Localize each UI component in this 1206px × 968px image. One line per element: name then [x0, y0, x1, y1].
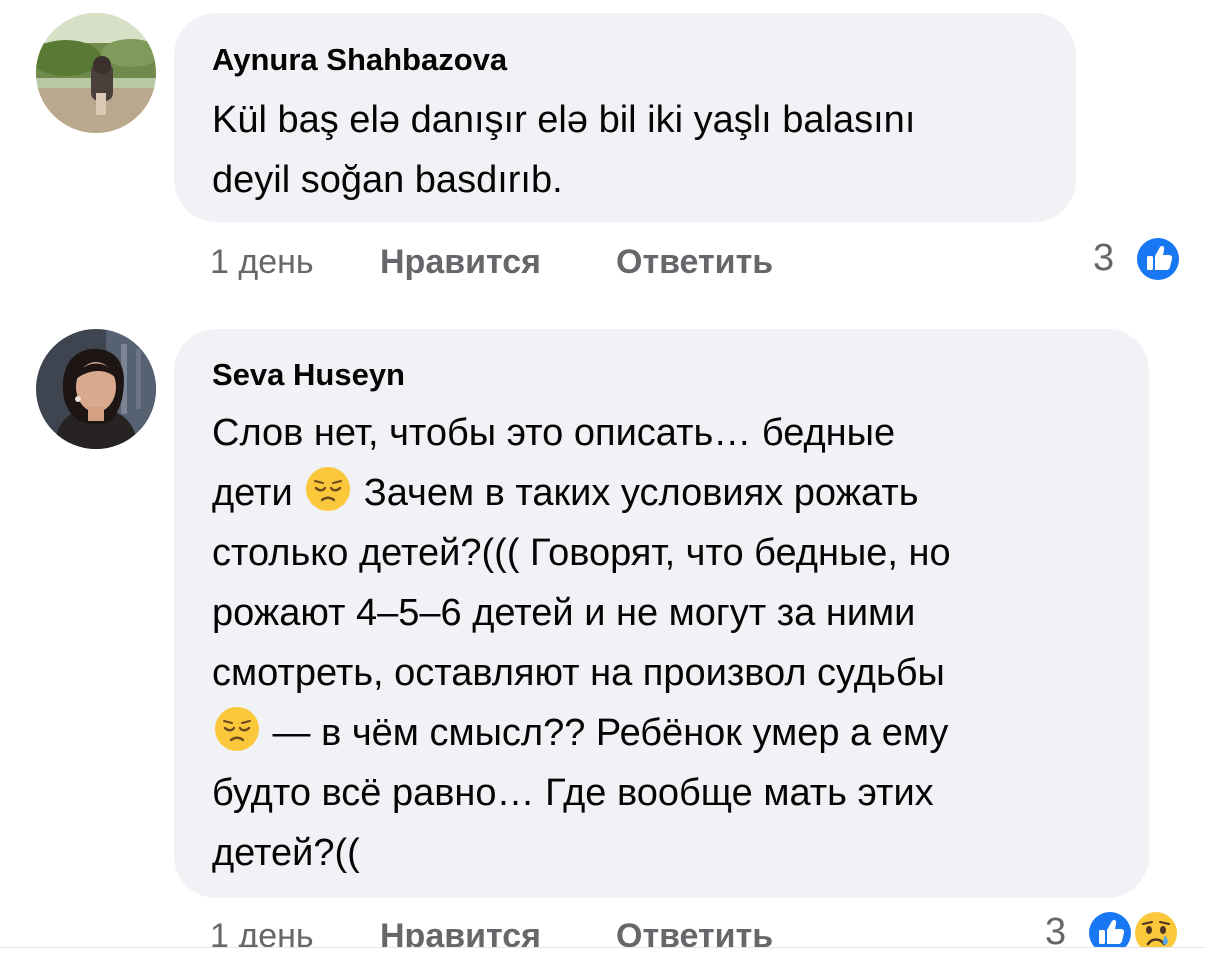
- comment-text: Слов нет, чтобы это описать… бедные дети …: [212, 403, 1142, 883]
- comment-text-line: детей?((: [212, 832, 360, 874]
- comment-text-line: — в чём смысл?? Ребёнок умер а ему: [212, 703, 1142, 763]
- like-icon[interactable]: [1133, 234, 1183, 284]
- comment-text-line: Слов нет, чтобы это описать… бедные: [212, 412, 896, 454]
- bottom-edge: [0, 948, 1206, 968]
- avatar-aynura[interactable]: [36, 13, 156, 133]
- pensive-emoji-icon: [212, 704, 262, 754]
- comment-text-line: будто всё равно… Где вообще мать этих: [212, 772, 934, 814]
- reaction-count[interactable]: 3: [1093, 237, 1114, 280]
- comment-author[interactable]: Aynura Shahbazova: [212, 42, 507, 78]
- pensive-emoji-icon: [303, 464, 353, 514]
- avatar-seva[interactable]: [36, 329, 156, 449]
- comments-panel: Aynura Shahbazova Kül baş elə danışır el…: [0, 0, 1206, 968]
- comment-text-line: дети Зачем в таких условиях рожать: [212, 463, 1142, 523]
- reply-button[interactable]: Ответить: [616, 243, 773, 282]
- comment-timestamp[interactable]: 1 день: [210, 243, 314, 282]
- comment-text: Kül baş elə danışır elə bil iki yaşlı ba…: [212, 99, 916, 201]
- comment-text-line: рожают 4–5–6 детей и не могут за ними: [212, 592, 916, 634]
- like-button[interactable]: Нравится: [380, 243, 541, 282]
- comment-text-line: столько детей?((( Говорят, что бедные, н…: [212, 532, 951, 574]
- comment-text-line: смотреть, оставляют на произвол судьбы: [212, 652, 945, 694]
- comment-author[interactable]: Seva Huseyn: [212, 357, 405, 393]
